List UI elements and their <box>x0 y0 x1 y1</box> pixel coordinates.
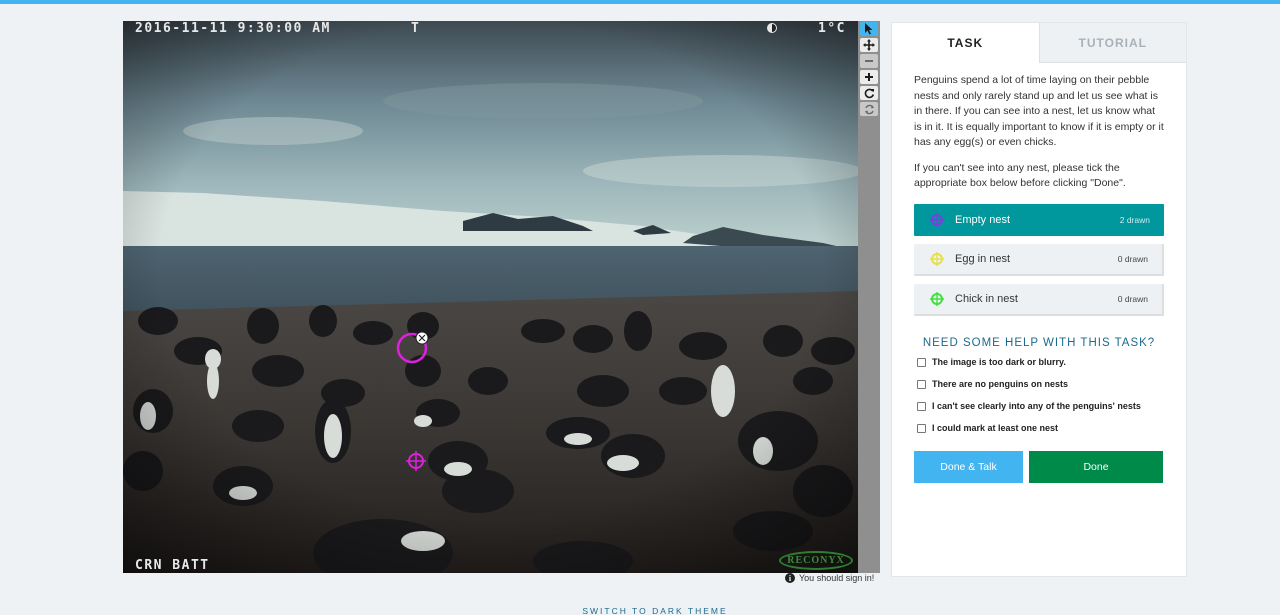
zoom-out-button[interactable] <box>860 54 878 68</box>
reset-button[interactable] <box>860 102 878 116</box>
empty-nest-marker-icon <box>930 212 944 227</box>
sign-in-notice-text: You should sign in! <box>799 573 875 583</box>
tool-empty-nest-label: Empty nest <box>955 213 1011 226</box>
top-accent-bar <box>0 0 1280 4</box>
help-option-too-dark-label: The image is too dark or blurry. <box>932 357 1066 367</box>
tool-empty-nest[interactable]: Empty nest 2 drawn <box>914 203 1164 236</box>
task-tabs: TASK TUTORIAL <box>892 23 1186 63</box>
pointer-icon <box>865 23 873 35</box>
refresh-icon <box>864 104 874 114</box>
help-checkbox-no-penguins[interactable] <box>917 379 926 389</box>
tool-egg-in-nest[interactable]: Egg in nest 0 drawn <box>914 243 1164 276</box>
info-icon: i <box>785 573 795 583</box>
task-instructions: Penguins spend a lot of time laying on t… <box>914 74 1164 148</box>
photo-temperature: 1°C <box>818 21 846 36</box>
help-checkbox-cant-see[interactable] <box>917 401 926 411</box>
help-option-too-dark[interactable]: The image is too dark or blurry. <box>914 355 1164 370</box>
tool-egg-in-nest-label: Egg in nest <box>955 252 1011 265</box>
moon-phase-icon <box>767 23 777 33</box>
rotate-icon <box>864 88 874 98</box>
help-checkbox-too-dark[interactable] <box>917 357 926 367</box>
help-option-marked-nest[interactable]: I could mark at least one nest <box>914 421 1164 436</box>
camera-trap-photo[interactable]: 2016-11-11 9:30:00 AM T 1°C CRN BATT REC… <box>123 21 858 573</box>
pan-tool-button[interactable] <box>860 38 878 52</box>
move-icon <box>863 39 875 51</box>
chick-nest-marker-icon <box>930 291 944 306</box>
done-button[interactable]: Done <box>1029 450 1163 483</box>
done-and-talk-button[interactable]: Done & Talk <box>914 450 1023 483</box>
pointer-tool-button[interactable] <box>860 22 878 36</box>
sign-in-notice: i You should sign in! <box>785 573 874 583</box>
task-actions: Done & Talk Done <box>914 450 1164 483</box>
task-instructions-note: If you can't see into any nest, please t… <box>914 161 1126 190</box>
plus-icon <box>865 73 873 81</box>
tool-chick-in-nest-label: Chick in nest <box>955 292 1018 305</box>
help-checkbox-marked-nest[interactable] <box>917 423 926 433</box>
help-option-cant-see[interactable]: I can't see clearly into any of the peng… <box>914 399 1164 414</box>
egg-nest-marker-icon <box>930 251 944 266</box>
reconyx-logo: RECONYX <box>779 551 853 570</box>
tab-tutorial[interactable]: TUTORIAL <box>1038 23 1186 63</box>
tool-chick-in-nest-count: 0 drawn <box>1117 293 1148 304</box>
help-heading: NEED SOME HELP WITH THIS TASK? <box>922 336 1156 349</box>
photo-timestamp: 2016-11-11 9:30:00 AM <box>135 21 331 36</box>
rotate-button[interactable] <box>860 86 878 100</box>
tab-task[interactable]: TASK <box>892 23 1039 63</box>
help-option-cant-see-label: I can't see clearly into any of the peng… <box>932 401 1141 411</box>
task-panel: TASK TUTORIAL Penguins spend a lot of ti… <box>891 22 1187 577</box>
image-viewer[interactable]: 2016-11-11 9:30:00 AM T 1°C CRN BATT REC… <box>123 21 880 573</box>
switch-theme-link[interactable]: SWITCH TO DARK THEME <box>0 606 1280 615</box>
tool-empty-nest-count: 2 drawn <box>1119 214 1150 225</box>
zoom-in-button[interactable] <box>860 70 878 84</box>
viewer-toolbar <box>858 21 880 573</box>
tool-egg-in-nest-count: 0 drawn <box>1117 253 1148 264</box>
help-option-no-penguins-label: There are no penguins on nests <box>932 379 1069 389</box>
tool-chick-in-nest[interactable]: Chick in nest 0 drawn <box>914 283 1164 316</box>
photo-battery-label: CRN BATT <box>135 558 210 573</box>
help-option-marked-nest-label: I could mark at least one nest <box>932 423 1059 433</box>
penguin-colony-image[interactable] <box>123 21 858 573</box>
help-option-no-penguins[interactable]: There are no penguins on nests <box>914 377 1164 392</box>
photo-marker: T <box>411 21 421 36</box>
minus-icon <box>865 60 873 62</box>
